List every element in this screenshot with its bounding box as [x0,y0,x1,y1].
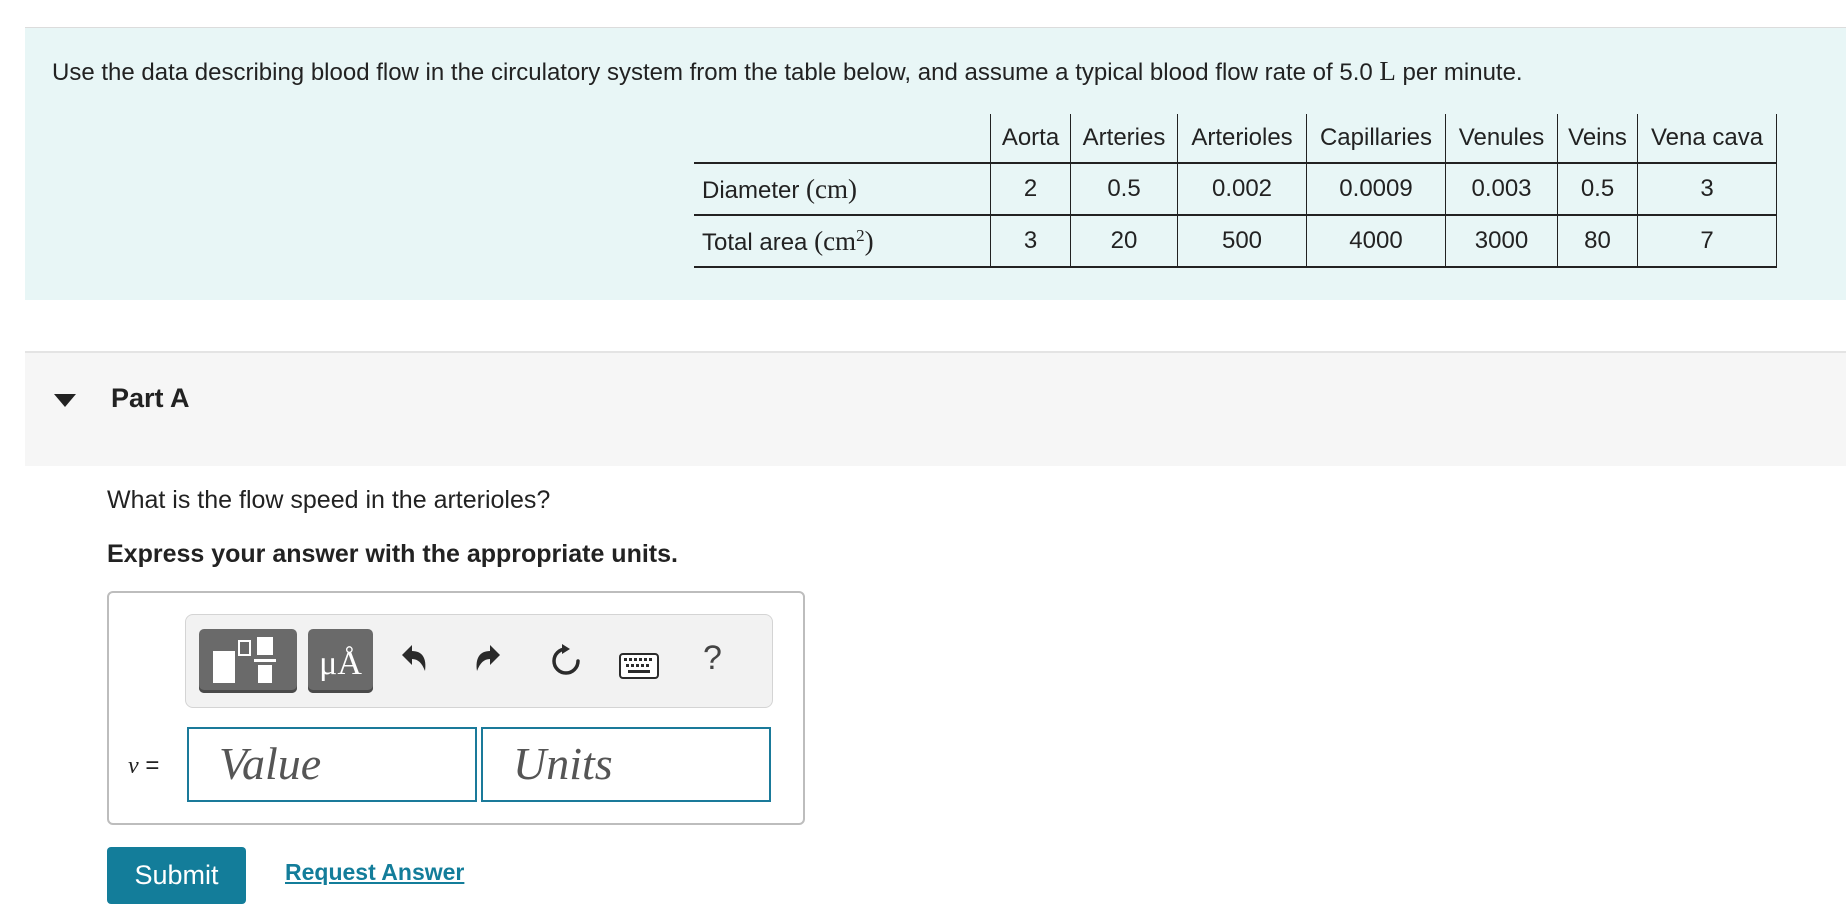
table-cell: 0.003 [1445,163,1558,216]
undo-icon[interactable] [396,641,430,675]
column-header: Capillaries [1306,114,1446,164]
templates-button[interactable] [199,629,297,693]
part-a-header[interactable] [25,353,1846,466]
table-row: Diameter (cm) 2 0.5 0.002 0.0009 0.003 0… [694,163,1777,216]
column-header: Aorta [990,114,1071,164]
table-cell: 2 [990,163,1071,216]
question-text: What is the flow speed in the arterioles… [107,486,551,514]
table-row: Total area (cm2) 3 20 500 4000 3000 80 7 [694,215,1777,268]
table-corner-cell [694,114,991,164]
templates-icon [213,637,276,683]
collapse-caret-icon[interactable] [54,394,76,407]
column-header: Arterioles [1177,114,1307,164]
intro-text-after: per minute. [1395,59,1523,86]
value-input[interactable]: Value [187,727,477,802]
keyboard-icon[interactable] [619,653,659,679]
column-header: Venules [1445,114,1558,164]
table-cell: 3 [1637,163,1777,216]
table-cell: 500 [1177,215,1307,268]
equals-sign: = [138,752,160,779]
row-unit: (cm) [806,173,857,204]
column-header: Veins [1557,114,1638,164]
intro-text-before: Use the data describing blood flow in th… [52,59,1380,86]
units-icon: μÅ [319,645,362,682]
column-header: Arteries [1070,114,1178,164]
intro-unit: L [1379,56,1396,86]
redo-icon[interactable] [472,641,506,675]
units-input[interactable]: Units [481,727,771,802]
variable-label: v = [128,752,159,780]
help-icon[interactable]: ? [703,639,722,678]
row-label-text: Diameter [702,176,807,204]
row-label: Total area (cm2) [694,215,991,268]
table-cell: 3000 [1445,215,1558,268]
table-cell: 4000 [1306,215,1446,268]
math-toolbar: μÅ ? [185,614,773,708]
reset-icon[interactable] [548,643,584,679]
intro-text: Use the data describing blood flow in th… [52,55,1523,89]
table-cell: 7 [1637,215,1777,268]
table-cell: 3 [990,215,1071,268]
row-label: Diameter (cm) [694,163,991,216]
row-label-text: Total area [702,228,815,256]
row-unit-sup: 2 [856,225,865,245]
request-answer-link[interactable]: Request Answer [285,859,464,886]
table-cell: 0.5 [1557,163,1638,216]
variable-symbol: v [128,753,139,779]
table-cell: 20 [1070,215,1178,268]
table-header-row: Aorta Arteries Arterioles Capillaries Ve… [694,114,1777,164]
instruction-text: Express your answer with the appropriate… [107,540,678,568]
blood-flow-table: Aorta Arteries Arterioles Capillaries Ve… [694,114,1777,268]
column-header: Vena cava [1637,114,1777,164]
table-cell: 0.5 [1070,163,1178,216]
units-button[interactable]: μÅ [308,629,373,693]
table-cell: 80 [1557,215,1638,268]
part-title: Part A [111,383,190,413]
submit-button[interactable]: Submit [107,847,246,904]
table-cell: 0.0009 [1306,163,1446,216]
row-unit-close: ) [864,225,874,256]
table-cell: 0.002 [1177,163,1307,216]
row-unit: (cm [814,225,857,256]
